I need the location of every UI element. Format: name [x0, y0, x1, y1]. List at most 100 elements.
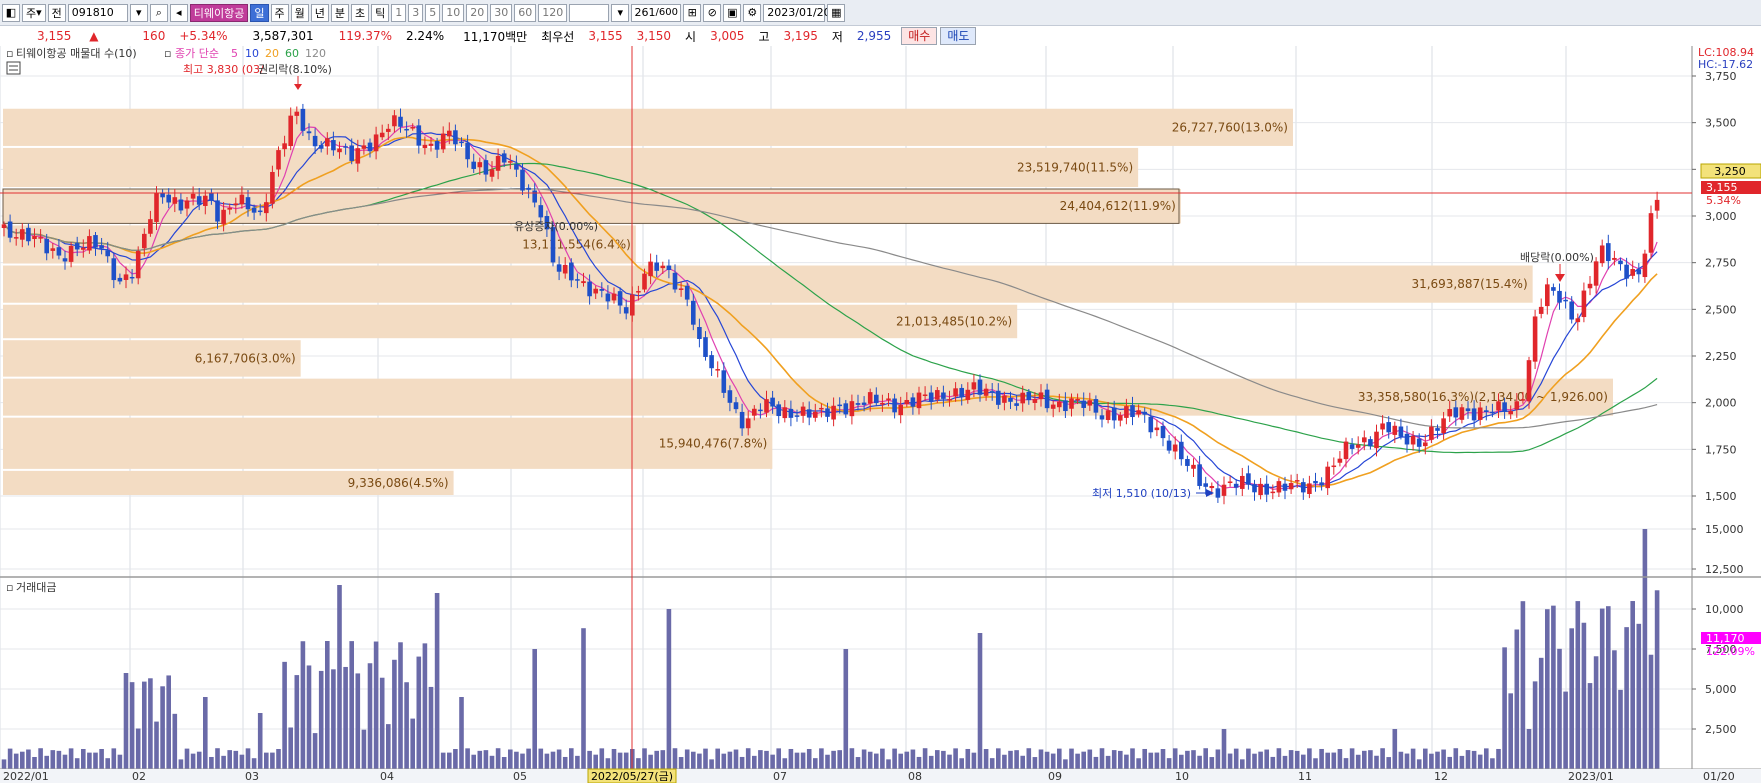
interval-5[interactable]: 5: [425, 3, 441, 22]
volume-bar: [81, 748, 86, 769]
volume-bar: [1349, 748, 1355, 769]
volume-bar: [1185, 750, 1190, 769]
stock-name-badge[interactable]: 티웨이항공: [189, 3, 249, 22]
interval-3[interactable]: 3: [408, 3, 424, 22]
table-toggle-icon[interactable]: [6, 61, 21, 75]
volume-bar: [1050, 753, 1056, 769]
candle-body: [300, 108, 306, 131]
candle-body: [1020, 392, 1025, 404]
tools-icon[interactable]: ⊘: [703, 3, 722, 22]
volume-bar: [922, 748, 928, 769]
volume-bar: [178, 759, 184, 769]
sound-icon[interactable]: ◂: [169, 3, 188, 22]
interval-60[interactable]: 60: [514, 3, 537, 22]
indicator-icon[interactable]: ⊞: [683, 3, 702, 22]
tab-tick[interactable]: 틱: [371, 3, 390, 22]
date-marker-text: 2022/05/27(금): [591, 770, 673, 783]
tab-second[interactable]: 초: [351, 3, 370, 22]
custom-interval-dropdown-icon[interactable]: ▾: [611, 3, 630, 22]
volume-bar: [74, 758, 80, 769]
search-icon[interactable]: ⌕: [149, 3, 168, 22]
candle-body: [1050, 404, 1056, 409]
candle-body: [148, 219, 153, 234]
price-axis-label: 1,750: [1705, 443, 1737, 456]
candle-body: [1557, 290, 1562, 303]
buy-button[interactable]: 매수: [901, 27, 938, 45]
volume-bar: [1191, 750, 1196, 769]
candle-body: [93, 235, 98, 248]
volume-bar: [398, 642, 403, 769]
volume-bar: [904, 751, 910, 769]
candle-body: [74, 243, 80, 250]
sell-button[interactable]: 매도: [940, 27, 977, 45]
prev-button[interactable]: 전: [47, 3, 66, 22]
candle-body: [1075, 398, 1080, 401]
candle-body: [575, 279, 580, 281]
settings-gear-icon[interactable]: ⚙: [743, 3, 762, 22]
volume-bar: [1227, 753, 1233, 769]
interval-120[interactable]: 120: [538, 3, 568, 22]
code-dropdown-icon[interactable]: ▾: [129, 3, 148, 22]
candle-body: [1313, 480, 1318, 484]
candle-body: [325, 138, 330, 147]
volume-bar: [703, 748, 708, 769]
volume-bar: [1557, 648, 1562, 769]
date-axis-label: 10: [1175, 770, 1189, 783]
volume-bar: [184, 748, 190, 769]
date-input[interactable]: 2023/01/20: [763, 3, 831, 22]
date-axis-label: 04: [380, 770, 394, 783]
volume-bar: [386, 724, 391, 769]
interval-1[interactable]: 1: [391, 3, 407, 22]
candle-body: [953, 388, 958, 397]
volume-bar: [996, 748, 1001, 769]
tab-year[interactable]: 년: [310, 3, 329, 22]
layout-icon[interactable]: ◧: [2, 3, 20, 22]
candle-body: [989, 391, 995, 393]
custom-interval-input[interactable]: [569, 3, 610, 22]
volume-bar: [1459, 755, 1465, 769]
candle-body: [1606, 243, 1611, 262]
volume-bar: [1130, 748, 1135, 769]
price-chart[interactable]: 9,336,086(4.5%) 15,940,476(7.8%) 33,358,58…: [0, 46, 1761, 783]
period-select[interactable]: 주 ▾: [22, 3, 46, 22]
interval-30[interactable]: 30: [490, 3, 513, 22]
candle-body: [1233, 483, 1239, 488]
candle-body: [50, 248, 56, 251]
volume-bar: [813, 758, 818, 769]
volume-bar: [1099, 748, 1105, 769]
interval-10[interactable]: 10: [442, 3, 465, 22]
candle-body: [483, 160, 489, 175]
tab-month[interactable]: 월: [290, 3, 309, 22]
volume-bar: [916, 756, 922, 769]
interval-20[interactable]: 20: [466, 3, 489, 22]
volume-bar: [1069, 748, 1074, 769]
tab-day[interactable]: 일: [250, 3, 269, 22]
candle-body: [447, 130, 452, 137]
candle-body: [935, 390, 940, 400]
tab-minute[interactable]: 분: [330, 3, 350, 22]
tab-week[interactable]: 주: [270, 3, 289, 22]
volume-bar: [1429, 753, 1434, 769]
candle-body: [1240, 475, 1245, 489]
candle-body: [331, 140, 336, 151]
volume-bar: [971, 752, 977, 769]
candle-body: [1130, 405, 1135, 418]
calendar-icon[interactable]: ▦: [827, 3, 846, 22]
volume-bar: [276, 749, 281, 769]
legend-icon-ma: ▫: [164, 47, 171, 60]
candle-body: [1508, 411, 1513, 415]
candle-body: [1264, 483, 1269, 495]
legend-ma120: 120: [305, 47, 326, 60]
volume-bar: [203, 697, 208, 769]
candle-body: [489, 169, 495, 177]
volume-bar: [983, 749, 989, 769]
data-count-field[interactable]: 261/600: [631, 3, 682, 22]
candle-body: [910, 397, 916, 407]
save-icon[interactable]: ▣: [723, 3, 742, 22]
candle-body: [379, 132, 385, 138]
legend-ma-label: 종가 단순: [175, 47, 219, 60]
stock-code-input[interactable]: 091810: [67, 3, 128, 22]
volume-bar: [745, 748, 751, 769]
candle-body: [587, 281, 592, 297]
volume-bar: [1044, 751, 1050, 769]
